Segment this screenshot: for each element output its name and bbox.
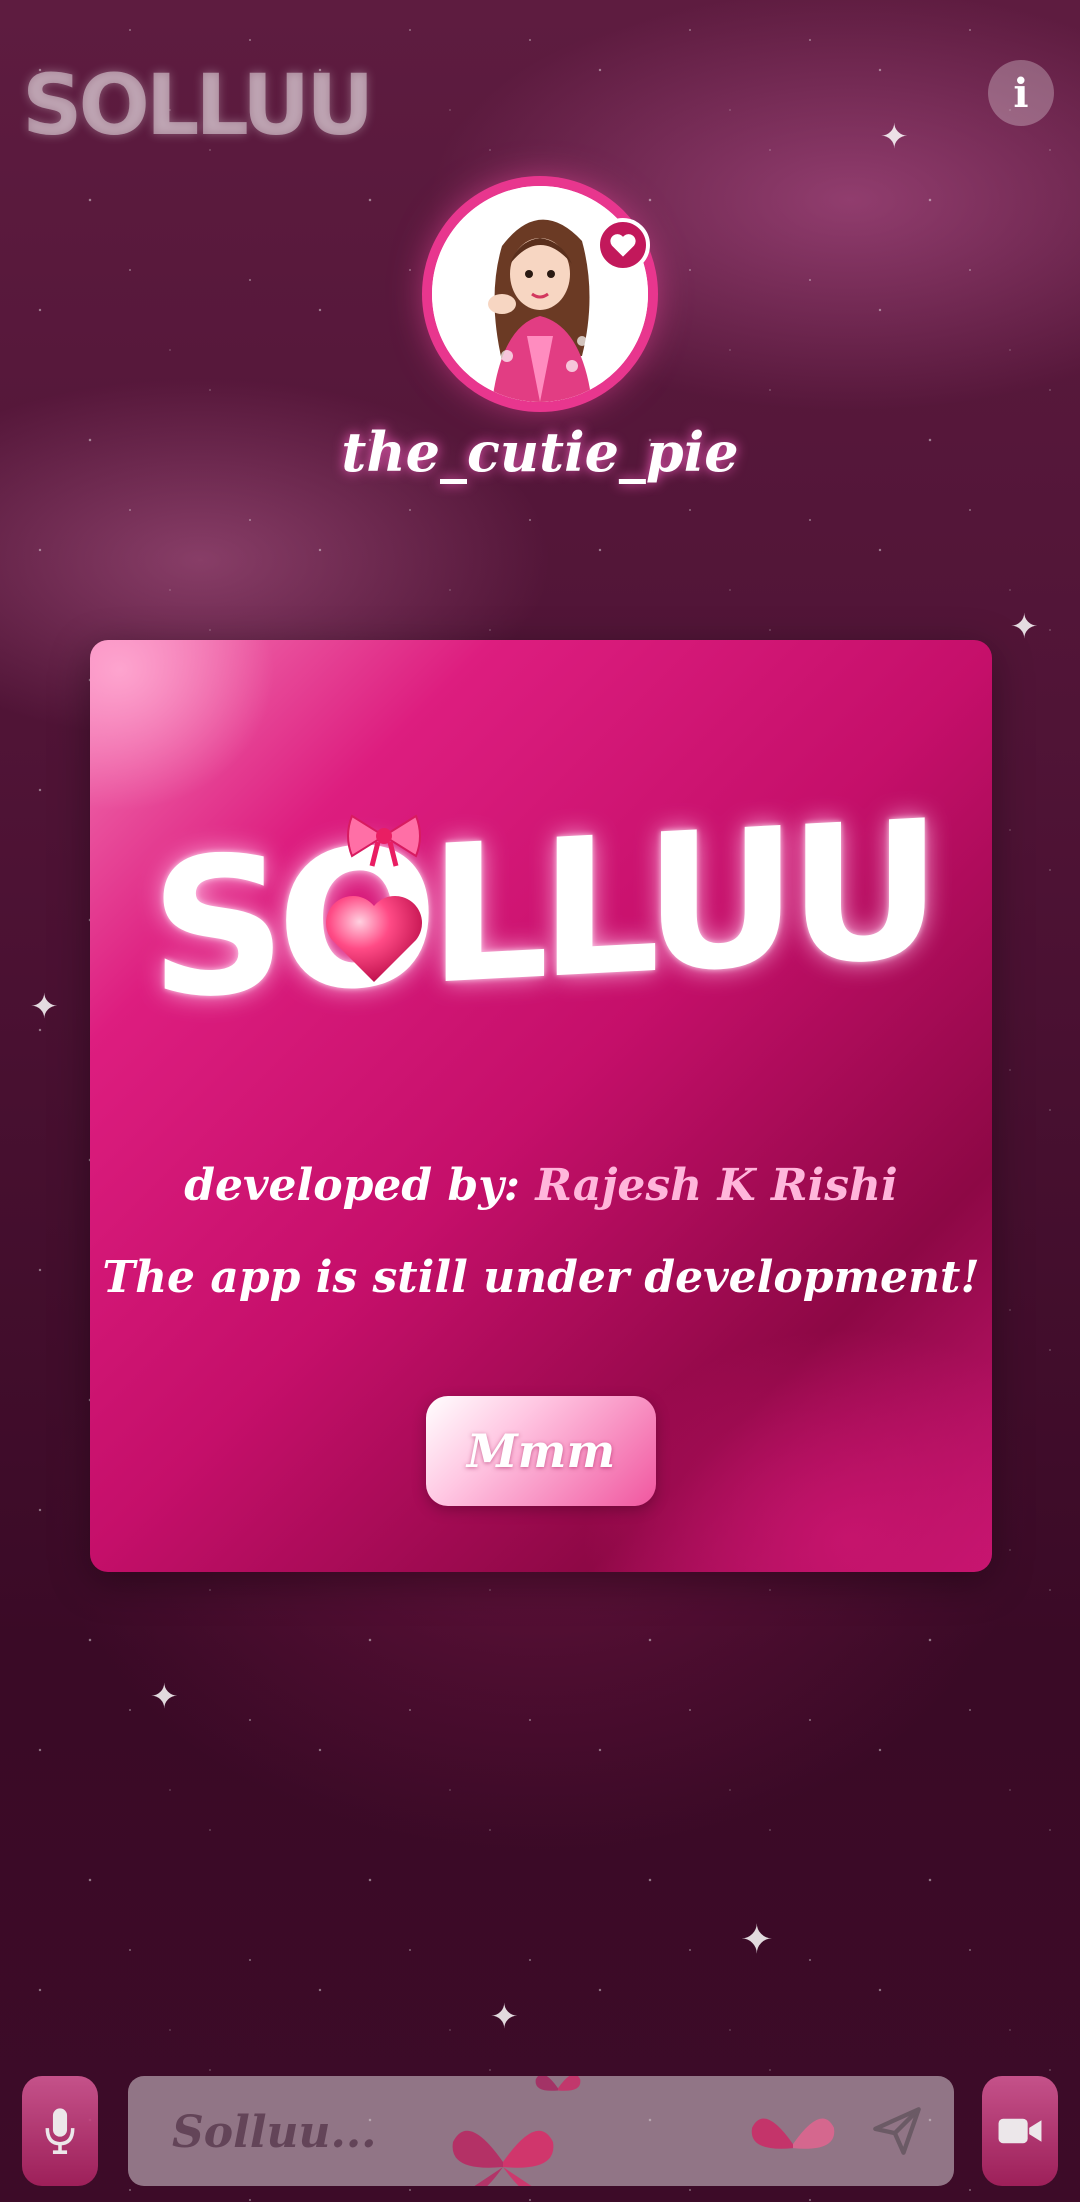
- info-button[interactable]: i: [988, 60, 1054, 126]
- credit-prefix: developed by:: [184, 1160, 536, 1211]
- message-input[interactable]: [170, 2076, 854, 2186]
- development-note: The app is still under development!: [102, 1252, 980, 1303]
- profile-username: the_cutie_pie: [341, 420, 739, 484]
- message-composer: [128, 2076, 954, 2186]
- mmm-button[interactable]: Mmm: [426, 1396, 656, 1506]
- sparkle-icon: ✦: [490, 1997, 519, 2037]
- info-icon: i: [1013, 69, 1029, 117]
- send-button[interactable]: [868, 2102, 926, 2160]
- sparkle-icon: ✦: [30, 987, 59, 1027]
- card-logo: SOLLUU: [149, 779, 933, 1042]
- favorite-badge[interactable]: [596, 218, 650, 272]
- heart-icon: [610, 234, 636, 257]
- video-icon: [998, 2118, 1042, 2144]
- send-icon: [873, 2107, 921, 2155]
- sparkle-icon: ✦: [150, 1677, 179, 1717]
- app-logo: SOLLUU: [22, 56, 374, 154]
- about-dialog: SOLLUU developed by: Rajesh K Rishi The …: [90, 640, 992, 1572]
- sparkle-icon: ✦: [880, 117, 909, 157]
- developer-name: Rajesh K Rishi: [535, 1160, 898, 1211]
- mic-icon: [45, 2108, 75, 2154]
- heart-icon: [325, 895, 423, 982]
- sparkle-icon: ✦: [1010, 607, 1039, 647]
- video-call-button[interactable]: [982, 2076, 1058, 2186]
- bow-icon: [347, 814, 421, 867]
- developer-credit: developed by: Rajesh K Rishi: [90, 1160, 992, 1211]
- sparkle-icon: ✦: [740, 1917, 774, 1963]
- mic-button[interactable]: [22, 2076, 98, 2186]
